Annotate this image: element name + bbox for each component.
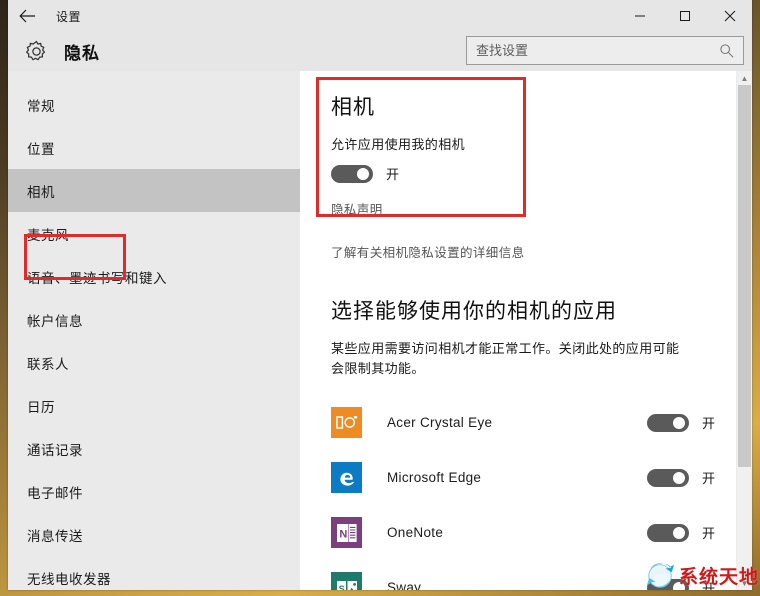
sidebar-item-email[interactable]: 电子邮件 <box>8 470 300 513</box>
app-row-onenote: N OneNote 开 <box>331 505 731 560</box>
app-row-acer-crystal-eye: Acer Crystal Eye 开 <box>331 395 731 450</box>
content-area: 常规 位置 相机 麦克风 语音、墨迹书写和键入 帐户信息 联系人 日历 通话记录… <box>8 71 752 590</box>
app-name: Sway <box>387 580 422 590</box>
sidebar-item-label: 语音、墨迹书写和键入 <box>27 270 167 286</box>
app-row-microsoft-edge: Microsoft Edge 开 <box>331 450 731 505</box>
sidebar-item-calendar[interactable]: 日历 <box>8 384 300 427</box>
search-icon-wrapper <box>709 43 743 58</box>
window-controls <box>617 0 752 32</box>
page-header: 隐私 <box>8 32 752 71</box>
onenote-icon: N <box>331 517 362 548</box>
scroll-down-arrow-icon[interactable]: ▼ <box>737 576 752 590</box>
app-toggle-wrapper: 开 <box>646 468 715 487</box>
search-icon <box>719 44 733 58</box>
app-toggle-state-label: 开 <box>701 526 715 541</box>
main-pane: 相机 允许应用使用我的相机 开 隐私声明 了解有关相机隐私设置的详细信息 选择能… <box>300 71 752 590</box>
sidebar-item-label: 通话记录 <box>27 442 83 458</box>
scrollbar-thumb[interactable] <box>738 85 751 467</box>
app-toggle-wrapper: 开 <box>646 413 715 432</box>
sidebar-item-messaging[interactable]: 消息传送 <box>8 513 300 556</box>
sidebar-item-label: 麦克风 <box>27 227 69 243</box>
maximize-button[interactable] <box>662 0 707 32</box>
app-toggle-acer-crystal-eye[interactable] <box>646 413 689 432</box>
sidebar-item-label: 帐户信息 <box>27 313 83 329</box>
sidebar-item-location[interactable]: 位置 <box>8 126 300 169</box>
app-toggle-wrapper: 开 <box>646 578 715 590</box>
camera-glyph-icon <box>335 416 357 429</box>
app-toggle-microsoft-edge[interactable] <box>646 468 689 487</box>
maximize-icon <box>679 11 690 21</box>
sidebar-item-label: 无线电收发器 <box>27 571 111 587</box>
app-toggle-wrapper: 开 <box>646 523 715 542</box>
sidebar-item-microphone[interactable]: 麦克风 <box>8 212 300 255</box>
scroll-up-arrow-icon[interactable]: ▲ <box>737 71 752 85</box>
sidebar-item-label: 联系人 <box>27 356 69 372</box>
app-name: Acer Crystal Eye <box>387 415 493 430</box>
privacy-statement-link[interactable]: 隐私声明 <box>331 199 731 218</box>
gear-icon-wrapper <box>8 40 64 63</box>
minimize-icon <box>634 15 645 17</box>
close-icon <box>724 10 735 22</box>
toggle-knob <box>672 416 685 429</box>
sway-icon: S <box>331 572 362 590</box>
settings-window: 设置 隐私 查找设置 常规 位置 相机 麦克风 语音、墨迹书写和键入 帐户信息 … <box>8 0 752 590</box>
app-row-sway: S Sway 开 <box>331 560 731 590</box>
sidebar-item-call-history[interactable]: 通话记录 <box>8 427 300 470</box>
close-button[interactable] <box>707 0 752 32</box>
camera-app-icon <box>331 407 362 438</box>
learn-more-link[interactable]: 了解有关相机隐私设置的详细信息 <box>331 242 731 261</box>
app-toggle-state-label: 开 <box>701 416 715 431</box>
edge-icon <box>331 462 362 493</box>
toggle-knob <box>357 167 369 180</box>
master-toggle-row: 开 <box>331 164 731 183</box>
sidebar-item-speech-inking-typing[interactable]: 语音、墨迹书写和键入 <box>8 255 300 298</box>
toggle-knob <box>672 471 685 484</box>
sidebar-item-label: 相机 <box>27 184 55 200</box>
allow-apps-label: 允许应用使用我的相机 <box>331 137 466 152</box>
camera-settings-content: 相机 允许应用使用我的相机 开 隐私声明 了解有关相机隐私设置的详细信息 选择能… <box>300 71 731 590</box>
app-toggle-sway[interactable] <box>646 578 689 590</box>
search-input[interactable] <box>467 38 710 63</box>
sidebar-item-label: 位置 <box>27 141 55 157</box>
gear-icon <box>25 40 45 61</box>
page-title: 隐私 <box>64 44 100 63</box>
window-title: 设置 <box>56 9 82 24</box>
camera-master-toggle[interactable] <box>331 164 373 183</box>
sidebar-item-label: 日历 <box>27 399 55 415</box>
app-name: Microsoft Edge <box>387 470 482 485</box>
app-toggle-state-label: 开 <box>701 581 715 590</box>
search-box[interactable] <box>466 36 744 65</box>
app-toggle-state-label: 开 <box>701 471 715 486</box>
apps-section: 选择能够使用你的相机的应用 某些应用需要访问相机才能正常工作。关闭此处的应用可能… <box>331 295 731 590</box>
sidebar-item-camera[interactable]: 相机 <box>8 169 300 212</box>
toggle-knob <box>672 526 685 539</box>
sidebar-nav: 常规 位置 相机 麦克风 语音、墨迹书写和键入 帐户信息 联系人 日历 通话记录… <box>8 71 300 590</box>
sidebar-item-label: 电子邮件 <box>27 485 83 501</box>
camera-heading: 相机 <box>331 96 375 119</box>
edge-glyph-icon <box>339 472 354 486</box>
sway-glyph-icon: S <box>336 580 357 590</box>
svg-text:N: N <box>339 528 347 540</box>
back-button[interactable] <box>8 0 46 32</box>
app-name: OneNote <box>387 525 444 540</box>
master-toggle-state-label: 开 <box>386 167 400 182</box>
onenote-glyph-icon: N <box>336 523 357 542</box>
apps-heading: 选择能够使用你的相机的应用 <box>331 300 617 323</box>
apps-description: 某些应用需要访问相机才能正常工作。关闭此处的应用可能会限制其功能。 <box>331 341 680 376</box>
sidebar-item-account-info[interactable]: 帐户信息 <box>8 298 300 341</box>
svg-text:S: S <box>338 583 344 590</box>
toggle-knob <box>672 581 685 590</box>
minimize-button[interactable] <box>617 0 662 32</box>
sidebar-item-radios[interactable]: 无线电收发器 <box>8 556 300 590</box>
main-scrollbar[interactable]: ▲ ▼ <box>736 71 752 590</box>
sidebar-item-contacts[interactable]: 联系人 <box>8 341 300 384</box>
app-toggle-onenote[interactable] <box>646 523 689 542</box>
sidebar-item-label: 消息传送 <box>27 528 83 544</box>
title-bar: 设置 <box>8 0 752 32</box>
sidebar-item-general[interactable]: 常规 <box>8 83 300 126</box>
back-arrow-icon <box>18 9 35 23</box>
sidebar-item-label: 常规 <box>27 98 55 114</box>
